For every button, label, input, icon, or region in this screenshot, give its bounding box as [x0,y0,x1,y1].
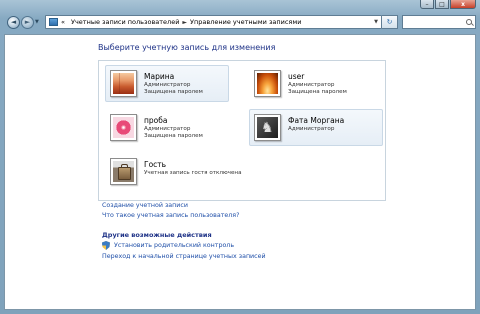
accounts-home-link[interactable]: Переход к начальной странице учетных зап… [102,253,266,260]
breadcrumb-overflow[interactable]: « [61,18,65,26]
other-actions-heading: Другие возможные действия [102,231,212,239]
account-picture-frame [110,70,137,97]
control-panel-icon [49,18,58,26]
account-type: Администратор [288,82,335,88]
window-bottom-border [0,310,480,314]
account-status: Учетная запись гостя отключена [144,170,242,176]
page-title: Выберите учетную запись для изменения [98,43,276,52]
chess-knight-icon: ♞ [261,120,274,136]
account-name: Фата Моргана [288,116,345,125]
parental-controls-link[interactable]: Установить родительский контроль [114,242,234,249]
account-tile-fata-morgana[interactable]: ♞ Фата Моргана Администратор [249,109,383,146]
briefcase-icon [118,167,131,180]
recent-pages-dropdown-icon[interactable]: ▼ [35,19,42,25]
content-area: Выберите учетную запись для изменения Ма… [4,34,476,310]
account-name: user [288,72,305,81]
briefcase-avatar-icon [113,161,134,182]
breadcrumb-user-accounts[interactable]: Учетные записи пользователей [71,18,179,26]
red-abstract-avatar-icon [113,73,134,94]
address-bar[interactable]: « Учетные записи пользователей ► Управле… [45,15,382,29]
orange-sunset-avatar-icon [257,73,278,94]
window-frame: – □ x ◄ ► ▼ « Учетные записи пользовател… [0,0,480,314]
address-toolbar: ◄ ► ▼ « Учетные записи пользователей ► У… [4,11,476,33]
account-password-status: Защищена паролем [144,133,203,139]
what-is-account-link[interactable]: Что такое учетная запись пользователя? [102,212,239,219]
forward-button[interactable]: ► [21,15,34,29]
breadcrumb-manage-accounts[interactable]: Управление учетными записями [190,18,301,26]
address-dropdown-icon[interactable]: ▼ [374,19,378,25]
accounts-panel: Марина Администратор Защищена паролем us… [98,60,386,201]
account-type: Администратор [144,126,191,132]
account-password-status: Защищена паролем [144,89,203,95]
account-name: проба [144,116,168,125]
minimize-button[interactable]: – [420,0,434,9]
account-tile-user[interactable]: user Администратор Защищена паролем [249,65,373,102]
close-button[interactable]: x [450,0,476,9]
uac-shield-icon [102,241,110,250]
pink-flower-avatar-icon [113,117,134,138]
search-icon [466,19,472,25]
account-picture-frame: ♞ [254,114,281,141]
account-name: Марина [144,72,175,81]
account-name: Гость [144,160,167,169]
back-button[interactable]: ◄ [7,15,20,29]
account-picture-frame [110,158,137,185]
maximize-button[interactable]: □ [435,0,449,9]
refresh-button[interactable]: ↻ [382,15,398,29]
account-picture-frame [254,70,281,97]
account-password-status: Защищена паролем [288,89,347,95]
account-picture-frame [110,114,137,141]
chess-knight-avatar-icon: ♞ [257,117,278,138]
account-tile-proba[interactable]: проба Администратор Защищена паролем [105,109,229,146]
parental-controls-link-row[interactable]: Установить родительский контроль [102,241,234,250]
account-tile-guest[interactable]: Гость Учетная запись гостя отключена [105,153,255,190]
account-type: Администратор [288,126,335,132]
breadcrumb-separator[interactable]: ► [182,19,187,26]
create-account-link[interactable]: Создание учетной записи [102,202,188,209]
account-type: Администратор [144,82,191,88]
search-input[interactable] [402,15,476,29]
account-tile-marina[interactable]: Марина Администратор Защищена паролем [105,65,229,102]
